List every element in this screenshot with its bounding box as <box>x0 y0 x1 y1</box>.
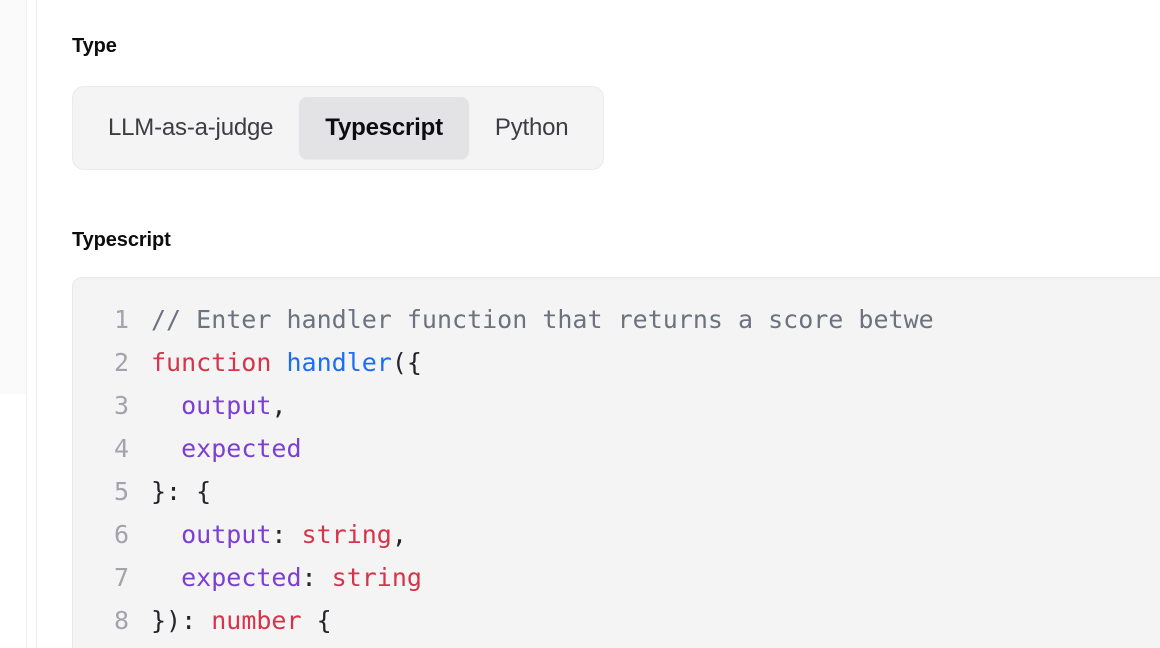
code-line[interactable]: 6 output: string, <box>73 513 1160 556</box>
code-token-punct: }): <box>151 606 212 635</box>
form-content: Type LLM-as-a-judge Typescript Python Ty… <box>37 0 1160 648</box>
code-token-punct: , <box>271 391 287 420</box>
code-line[interactable]: 2 function handler({ <box>73 341 1160 384</box>
code-line-number: 5 <box>113 477 129 506</box>
code-field-label: Typescript <box>72 229 171 251</box>
code-token-param: expected <box>181 563 302 592</box>
code-token-punct: { <box>301 606 332 635</box>
code-token-type: number <box>211 606 302 635</box>
type-option-python[interactable]: Python <box>469 97 595 159</box>
code-token-param: expected <box>181 434 302 463</box>
code-token-punct: : <box>301 563 332 592</box>
code-token-param: output <box>181 391 272 420</box>
type-option-llm-as-a-judge[interactable]: LLM-as-a-judge <box>82 97 299 159</box>
code-token-punct: }: { <box>151 477 212 506</box>
type-segmented-control[interactable]: LLM-as-a-judge Typescript Python <box>72 86 605 170</box>
code-line-number: 3 <box>113 391 129 420</box>
code-line[interactable]: 3 output, <box>73 384 1160 427</box>
code-token-comment: // Enter handler function that returns a… <box>151 305 934 334</box>
code-token-keyword: function <box>151 348 272 377</box>
code-line[interactable]: 8}): number { <box>73 599 1160 642</box>
type-option-typescript[interactable]: Typescript <box>299 97 469 159</box>
left-panel-rail-bottom <box>0 394 27 648</box>
app-root: Type LLM-as-a-judge Typescript Python Ty… <box>0 0 1160 648</box>
code-line-number: 8 <box>113 606 129 635</box>
type-field-label: Type <box>72 35 117 57</box>
left-panel-rail-top <box>0 0 27 394</box>
code-line[interactable]: 1 // Enter handler function that returns … <box>73 298 1160 341</box>
code-line-number: 4 <box>113 434 129 463</box>
code-line-number: 6 <box>113 520 129 549</box>
code-token-punct: ({ <box>391 348 422 377</box>
code-token-type: string <box>331 563 422 592</box>
rail-gap <box>28 0 36 648</box>
code-token-punct: : <box>271 520 302 549</box>
code-editor-lines[interactable]: 1 // Enter handler function that returns … <box>73 298 1160 642</box>
code-token-func: handler <box>286 348 392 377</box>
code-line[interactable]: 7 expected: string <box>73 556 1160 599</box>
code-token-type: string <box>301 520 392 549</box>
code-editor-panel[interactable]: 1 // Enter handler function that returns … <box>72 277 1160 648</box>
code-line[interactable]: 5 }: { <box>73 470 1160 513</box>
code-line[interactable]: 4 expected <box>73 427 1160 470</box>
code-line-number: 1 <box>113 305 129 334</box>
code-token-punct: , <box>391 520 407 549</box>
code-line-number: 7 <box>113 563 129 592</box>
code-line-number: 2 <box>113 348 129 377</box>
code-token-param: output <box>181 520 272 549</box>
